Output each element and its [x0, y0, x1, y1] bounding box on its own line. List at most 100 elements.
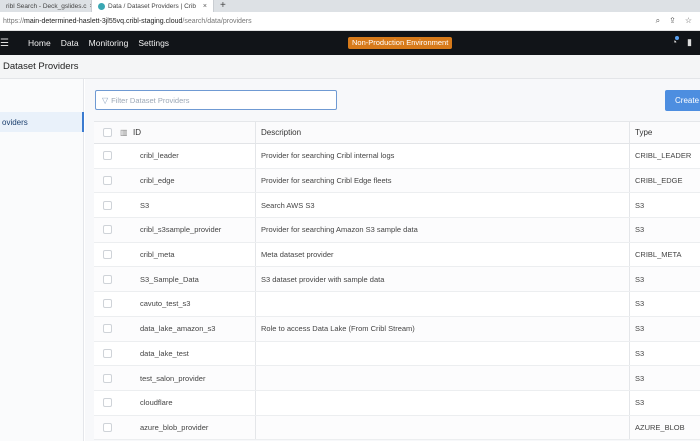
select-all-checkbox[interactable] [102, 128, 112, 137]
row-description [255, 366, 629, 390]
row-type: CRIBL_LEADER [629, 144, 700, 168]
row-checkbox[interactable] [102, 151, 112, 161]
row-type: CRIBL_EDGE [629, 168, 700, 193]
filter-field[interactable]: ▽ [95, 90, 337, 110]
bookmark-star-icon[interactable]: ☆ [685, 16, 692, 26]
main-content: ▽ Create ▥ ID Description Type cribl_lea… [85, 79, 700, 441]
table-row[interactable]: cloudflare S3 [94, 390, 700, 416]
close-icon[interactable]: × [203, 3, 207, 10]
environment-badge: Non-Production Environment [348, 37, 453, 49]
row-description [255, 390, 629, 415]
table-row[interactable]: S3_Sample_Data S3 dataset provider with s… [94, 267, 700, 293]
row-select-cell [94, 324, 120, 334]
row-checkbox[interactable] [102, 373, 112, 383]
column-header-description[interactable]: Description [255, 122, 629, 143]
url-path: /search/data/providers [182, 17, 252, 25]
row-id[interactable]: cribl_edge [130, 176, 255, 185]
nav-settings[interactable]: Settings [138, 38, 169, 48]
notification-bell-icon[interactable]: ◔ [672, 36, 680, 48]
table-row[interactable]: data_lake_test S3 [94, 341, 700, 367]
providers-table: ▥ ID Description Type cribl_leader Provid… [94, 121, 700, 441]
table-row[interactable]: data_lake_amazon_s3 Role to access Data L… [94, 316, 700, 342]
row-type: S3 [629, 267, 700, 292]
row-id[interactable]: cribl_leader [130, 151, 255, 160]
nav-home[interactable]: Home [28, 38, 51, 48]
row-description: Provider for searching Cribl internal lo… [255, 144, 629, 168]
nav-monitoring[interactable]: Monitoring [89, 38, 129, 48]
columns-icon[interactable]: ▥ [120, 128, 130, 137]
row-select-cell [94, 225, 120, 235]
column-header-type[interactable]: Type [629, 122, 700, 143]
row-description: Role to access Data Lake (From Cribl Str… [255, 316, 629, 341]
row-checkbox[interactable] [102, 200, 112, 210]
zoom-icon[interactable]: ⌕ [656, 16, 660, 26]
row-id[interactable]: data_lake_test [130, 349, 255, 358]
row-select-cell [94, 373, 120, 383]
row-checkbox[interactable] [102, 299, 112, 309]
row-id[interactable]: azure_blob_provider [130, 423, 255, 432]
column-header-id[interactable]: ID [130, 128, 255, 137]
row-description [255, 415, 629, 440]
row-id[interactable]: data_lake_amazon_s3 [130, 324, 255, 333]
row-id[interactable]: test_salon_provider [130, 374, 255, 383]
table-row[interactable]: cribl_meta Meta dataset provider CRIBL_MET… [94, 242, 700, 268]
favicon-icon [98, 2, 105, 10]
select-all-cell [94, 128, 120, 137]
row-checkbox[interactable] [102, 398, 112, 408]
filter-input[interactable] [111, 95, 332, 105]
table-row[interactable]: S3 Search AWS S3 S3 [94, 193, 700, 219]
row-id[interactable]: S3 [130, 201, 255, 210]
create-button[interactable]: Create [665, 90, 700, 111]
url-host: main-determined-haslett-3jl55vq.cribl-st… [24, 17, 183, 25]
url-text[interactable]: https://main-determined-haslett-3jl55vq.… [0, 18, 252, 25]
browser-tab-active[interactable]: Data / Dataset Providers | Crib × [92, 0, 214, 12]
table-row[interactable]: cavuto_test_s3 S3 [94, 292, 700, 317]
row-id[interactable]: cribl_meta [130, 250, 255, 259]
row-id[interactable]: cribl_s3sample_provider [130, 225, 255, 234]
row-checkbox[interactable] [102, 348, 112, 358]
address-bar[interactable]: https://main-determined-haslett-3jl55vq.… [0, 12, 700, 31]
row-type: S3 [629, 316, 700, 341]
row-select-cell [94, 176, 120, 186]
menu-icon[interactable]: ☰ [0, 38, 10, 49]
row-checkbox[interactable] [102, 422, 112, 432]
nav-data[interactable]: Data [61, 38, 79, 48]
sidebar-item-providers[interactable]: oviders [0, 112, 84, 132]
row-id[interactable]: cavuto_test_s3 [130, 299, 255, 308]
row-checkbox[interactable] [102, 250, 112, 260]
browser-tab[interactable]: ribl Search - Deck_gslides.c × [0, 0, 92, 12]
sidebar: oviders [0, 79, 84, 441]
browser-tab-label: Data / Dataset Providers | Crib [108, 2, 197, 10]
row-id[interactable]: cloudflare [130, 398, 255, 407]
table-row[interactable]: test_salon_provider S3 [94, 366, 700, 391]
browser-tab-strip: ribl Search - Deck_gslides.c × Data / Da… [0, 0, 700, 12]
row-checkbox[interactable] [102, 274, 112, 284]
row-checkbox[interactable] [102, 176, 112, 186]
row-type: S3 [629, 390, 700, 415]
table-body: cribl_leader Provider for searching Cribl… [94, 144, 700, 441]
row-type: S3 [629, 366, 700, 390]
new-tab-button[interactable]: + [214, 0, 232, 12]
row-description [255, 292, 629, 316]
row-select-cell [94, 299, 120, 309]
sidebar-item-label: oviders [2, 117, 28, 127]
table-row[interactable]: azure_blob_provider AZURE_BLOB [94, 415, 700, 441]
filter-funnel-icon: ▽ [102, 95, 109, 105]
row-select-cell [94, 151, 120, 161]
table-row[interactable]: cribl_leader Provider for searching Cribl… [94, 144, 700, 169]
row-type: S3 [629, 341, 700, 366]
address-bar-actions: ⌕ ⇪ ☆ [656, 16, 700, 26]
row-checkbox[interactable] [102, 225, 112, 235]
page-header: Dataset Providers [0, 55, 700, 79]
table-row[interactable]: cribl_s3sample_provider Provider for sear… [94, 218, 700, 243]
row-description: Search AWS S3 [255, 193, 629, 218]
help-icon[interactable]: ▮ [687, 37, 692, 48]
row-type: S3 [629, 218, 700, 242]
row-description: Provider for searching Amazon S3 sample … [255, 218, 629, 242]
table-row[interactable]: cribl_edge Provider for searching Cribl E… [94, 168, 700, 194]
row-type: S3 [629, 193, 700, 218]
row-id[interactable]: S3_Sample_Data [130, 275, 255, 284]
share-icon[interactable]: ⇪ [669, 16, 676, 26]
row-checkbox[interactable] [102, 324, 112, 334]
browser-tab-label: ribl Search - Deck_gslides.c [6, 2, 87, 10]
